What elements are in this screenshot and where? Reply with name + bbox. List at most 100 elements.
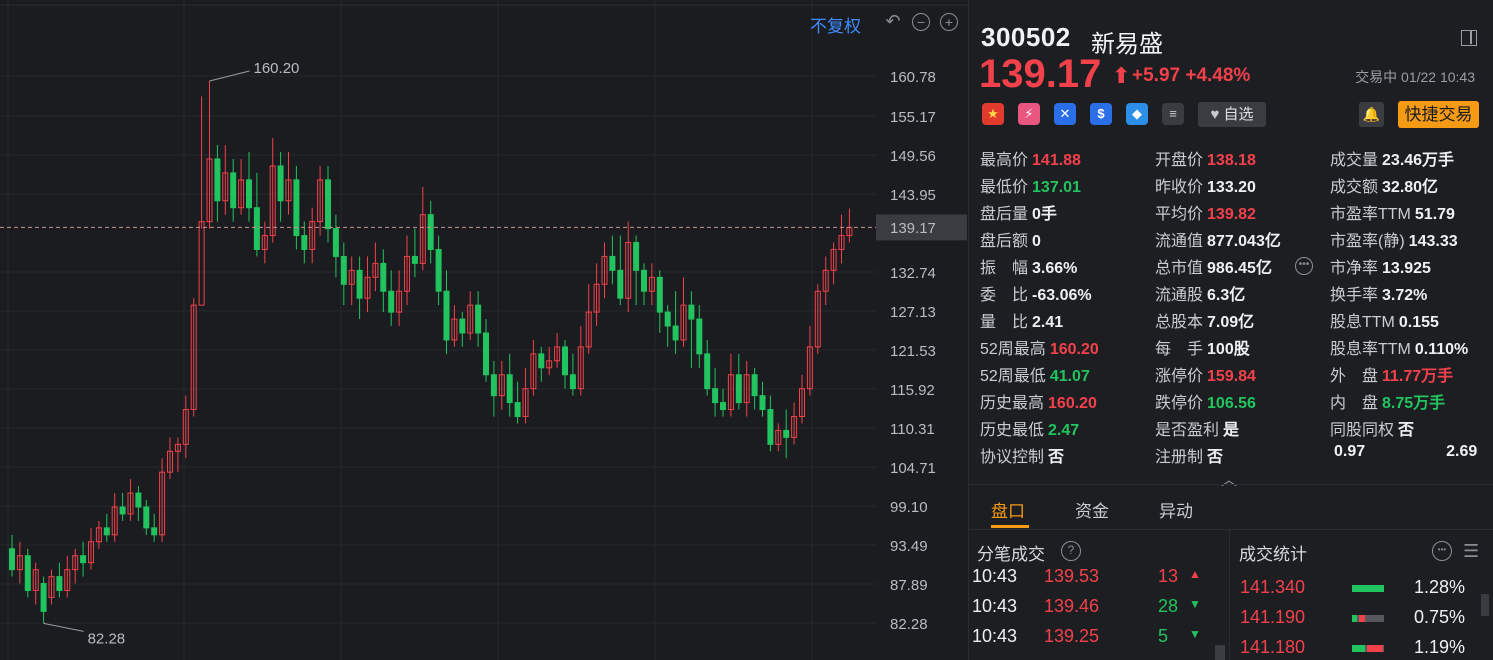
quote-value: 11.77万手: [1382, 368, 1454, 385]
more-icon[interactable]: •••: [1295, 257, 1313, 275]
candle-body: [411, 255, 418, 264]
quote-value: 2.41: [1032, 314, 1064, 331]
quick-trade-button[interactable]: 快捷交易: [1398, 101, 1479, 128]
stats-scrollbar[interactable]: [1481, 594, 1489, 616]
quote-item: 开盘价 138.18: [1155, 146, 1256, 170]
stat-percent: 0.75%: [1414, 607, 1466, 627]
y-tick-label: 132.74: [890, 265, 936, 282]
candle-body: [427, 214, 434, 250]
quote-label: 最低价: [980, 179, 1029, 196]
quote-value: 32.80亿: [1382, 179, 1439, 196]
quote-item: 最高价 141.88: [980, 146, 1081, 170]
help-icon[interactable]: ?: [1061, 541, 1081, 561]
adjust-selector[interactable]: 不复权: [810, 12, 861, 37]
candle-body: [735, 374, 742, 404]
tag-icon[interactable]: ◆: [1126, 103, 1148, 125]
candle-body: [143, 506, 150, 529]
y-tick-label: 110.31: [890, 421, 935, 438]
candle-body: [151, 527, 158, 536]
tab-yidong[interactable]: 异动: [1159, 497, 1193, 522]
kline-chart[interactable]: 160.78 155.17 149.56 143.95 139.17 132.74 127.…: [0, 0, 968, 660]
candle-body: [696, 318, 703, 355]
layout-icon[interactable]: [1461, 30, 1477, 46]
stats-title: 成交统计: [1239, 545, 1307, 564]
stat-bar-buy: [1352, 615, 1357, 622]
change-amount: +5.97: [1132, 65, 1181, 86]
connect-icon[interactable]: ✕: [1054, 103, 1076, 125]
tab-pankou[interactable]: 盘口: [991, 497, 1025, 522]
quote-label: 内 盘: [1330, 395, 1379, 412]
quote-value: 159.84: [1207, 368, 1256, 385]
quote-label: 总市值: [1155, 260, 1204, 277]
candle-body: [617, 269, 624, 299]
zoom-in-icon[interactable]: +: [940, 13, 958, 31]
quote-label: 52周最高: [980, 341, 1046, 358]
quote-item: 0.97 2.69: [1330, 443, 1477, 461]
candle-body: [712, 388, 719, 404]
more-options-icon[interactable]: •••: [1432, 541, 1452, 561]
candle-body: [198, 221, 205, 306]
tick-price: 139.53: [1044, 566, 1100, 586]
y-tick-label: 87.89: [890, 577, 928, 594]
low-marker-label: 82.28: [88, 630, 126, 647]
y-tick-label: 127.13: [890, 304, 936, 321]
stock-name: 新易盛: [1091, 31, 1163, 58]
candle-body: [783, 429, 790, 438]
tick-time: 10:43: [972, 626, 1018, 646]
quote-label: 换手率: [1330, 287, 1379, 304]
quote-item: 内 盘 8.75万手: [1330, 389, 1445, 413]
quote-label: 协议控制: [980, 449, 1045, 466]
quote-value: 139.82: [1207, 206, 1256, 223]
quote-item: 昨收价 133.20: [1155, 173, 1256, 197]
bell-icon[interactable]: 🔔: [1359, 102, 1384, 127]
candle-body: [506, 374, 513, 404]
quote-value: 0.110%: [1414, 341, 1469, 358]
stat-price: 141.340: [1240, 577, 1306, 597]
candle-body: [253, 207, 260, 250]
quote-value: 否: [1398, 422, 1415, 439]
tick-time: 10:43: [972, 596, 1018, 616]
add-watchlist-button[interactable]: ♥ 自选: [1198, 102, 1266, 127]
list-view-icon[interactable]: ☰: [1463, 541, 1479, 562]
quote-item: 每 手 100股: [1155, 335, 1250, 359]
quote-label: 跌停价: [1155, 395, 1204, 412]
candle-body: [80, 555, 87, 564]
candle-body: [688, 304, 695, 320]
kline-svg[interactable]: 160.78 155.17 149.56 143.95 139.17 132.74 127.…: [0, 0, 968, 660]
china-flag-icon[interactable]: ★: [982, 103, 1004, 125]
candle-body: [40, 583, 47, 612]
candle-body: [569, 374, 576, 390]
y-tick-label: 149.56: [890, 148, 936, 165]
undo-icon[interactable]: ↶: [884, 12, 902, 31]
candle-body: [514, 402, 521, 418]
dollar-icon[interactable]: $: [1090, 103, 1112, 125]
quote-value: 106.56: [1207, 395, 1256, 412]
low-marker-line: [43, 622, 84, 632]
quote-item: 流通股 6.3亿: [1155, 281, 1245, 305]
up-triangle-icon: ▲: [1189, 567, 1201, 581]
zoom-out-icon[interactable]: −: [912, 13, 930, 31]
quote-item: 协议控制否: [980, 443, 1064, 467]
quote-value: 141.88: [1032, 152, 1081, 169]
quote-item: 总股本 7.09亿: [1155, 308, 1254, 332]
quote-label: 成交额: [1330, 179, 1379, 196]
quote-label: 涨停价: [1155, 368, 1204, 385]
down-triangle-icon: ▼: [1189, 627, 1201, 641]
tab-zijin[interactable]: 资金: [1075, 497, 1109, 522]
quote-label: 注册制: [1155, 449, 1204, 466]
tick-volume: 28: [1158, 596, 1179, 616]
margin-icon[interactable]: ⚡: [1018, 103, 1040, 125]
quote-item: 成交量 23.46万手: [1330, 146, 1454, 170]
candle-body: [24, 555, 31, 592]
quote-item: 市净率 13.925: [1330, 254, 1431, 278]
quote-label: 市盈率TTM: [1330, 206, 1411, 223]
y-tick-label: 121.53: [890, 343, 936, 360]
tick-price: 139.46: [1044, 596, 1100, 616]
ticks-scrollbar[interactable]: [1215, 645, 1225, 660]
quote-label: 市盈率(静): [1330, 233, 1405, 250]
candle-body: [767, 409, 774, 445]
quote-value: 0.155: [1398, 314, 1439, 331]
notes-icon[interactable]: ≡: [1162, 103, 1184, 125]
y-tick-label: 143.95: [890, 187, 936, 204]
candle-body: [388, 290, 395, 313]
